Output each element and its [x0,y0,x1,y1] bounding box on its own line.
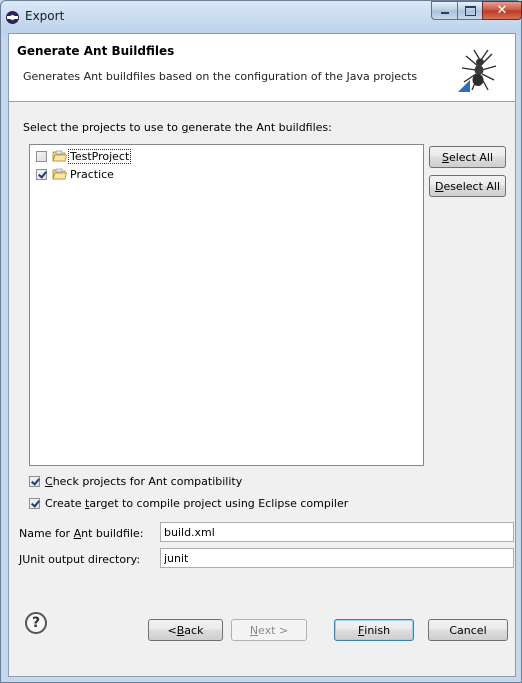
projects-list[interactable]: TestProject Practice [29,144,424,466]
junit-label: JUnit output directory: [19,553,141,566]
list-item[interactable]: TestProject [36,148,132,164]
create-target-checkbox[interactable] [29,498,40,509]
maximize-button[interactable] [457,1,483,20]
project-checkbox[interactable] [36,168,47,180]
cancel-button[interactable]: Cancel [428,619,508,641]
export-window: Export ✕ Generate Ant Buildfiles Generat… [0,0,522,683]
check-compat-checkbox[interactable] [29,476,40,487]
page-title: Generate Ant Buildfiles [17,44,175,58]
check-compat-option[interactable]: Check projects for Ant compatibility [29,475,242,488]
project-folder-icon [52,150,67,162]
window-title: Export [25,9,65,23]
help-icon[interactable]: ? [25,612,47,634]
title-bar[interactable]: Export ✕ [1,1,522,33]
list-item[interactable]: Practice [36,166,115,182]
project-folder-icon [52,168,67,180]
project-checkbox[interactable] [36,150,47,162]
project-label: TestProject [67,148,132,164]
maximize-icon [464,5,476,16]
project-label: Practice [70,167,114,181]
create-target-label: Create target to compile project using E… [45,497,349,510]
projects-label: Select the projects to use to generate t… [23,121,332,134]
select-all-button[interactable]: Select All [429,146,506,168]
dialog-client-area: Generate Ant Buildfiles Generates Ant bu… [8,33,516,677]
minimize-button[interactable] [431,1,458,20]
next-button[interactable]: Next > [231,619,307,641]
ant-icon [458,49,497,92]
wizard-header: Generate Ant Buildfiles Generates Ant bu… [9,34,515,102]
close-icon: ✕ [496,3,508,18]
page-description: Generates Ant buildfiles based on the co… [23,70,418,83]
deselect-all-button[interactable]: Deselect All [429,175,506,197]
eclipse-icon [6,11,19,24]
buildfile-name-input[interactable] [160,522,514,542]
minimize-icon [440,12,449,14]
close-button[interactable]: ✕ [482,1,522,20]
check-compat-label: Check projects for Ant compatibility [45,475,243,488]
back-button[interactable]: < Back [148,619,223,641]
buildfile-label: Name for Ant buildfile: [19,527,144,540]
junit-directory-input[interactable] [160,548,514,568]
finish-button[interactable]: Finish [334,619,414,641]
create-target-option[interactable]: Create target to compile project using E… [29,497,348,510]
